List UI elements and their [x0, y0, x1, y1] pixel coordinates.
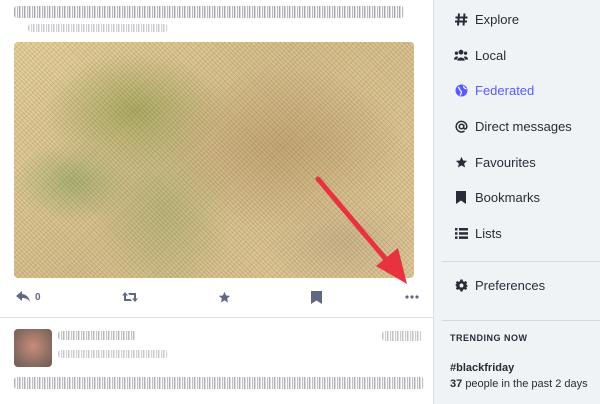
sidebar-divider	[442, 320, 600, 321]
nav-label: Direct messages	[475, 119, 572, 135]
nav-label: Favourites	[475, 154, 536, 170]
nav-item-direct-messages[interactable]: Direct messages	[442, 109, 600, 145]
nav-label: Bookmarks	[475, 190, 541, 206]
bookmark-icon	[311, 290, 322, 304]
timeline-feed: 0	[0, 0, 434, 404]
nav-label: Explore	[475, 12, 520, 28]
favourite-button[interactable]	[218, 285, 231, 309]
nav-menu: Explore Local Federated Direct messages …	[442, 2, 600, 251]
nav-item-local[interactable]: Local	[442, 38, 600, 74]
trending-people-count: 37	[450, 378, 463, 390]
sidebar-divider	[442, 261, 600, 262]
image-texture	[14, 42, 414, 278]
reply-icon	[16, 291, 30, 302]
users-icon	[454, 49, 468, 61]
nav-label: Lists	[475, 225, 502, 241]
nav-label: Federated	[475, 83, 535, 99]
trending-people-suffix: people in the past 2 days	[465, 378, 588, 390]
status-post[interactable]	[0, 319, 433, 404]
ellipsis-icon	[405, 295, 419, 299]
nav-preferences: Preferences	[442, 268, 600, 304]
gear-icon	[454, 279, 468, 292]
blurred-post-text	[14, 377, 424, 389]
avatar[interactable]	[14, 329, 52, 367]
reply-button[interactable]: 0	[16, 285, 41, 309]
trending-heading: TRENDING NOW	[450, 333, 528, 343]
bookmark-icon	[454, 191, 468, 205]
nav-item-bookmarks[interactable]: Bookmarks	[442, 180, 600, 216]
nav-item-preferences[interactable]: Preferences	[442, 268, 600, 304]
status-post[interactable]: 0	[0, 0, 433, 318]
star-icon	[218, 291, 231, 302]
blurred-timestamp	[382, 331, 422, 341]
post-image-map[interactable]	[14, 42, 414, 278]
globe-icon	[454, 84, 468, 97]
nav-label: Local	[475, 47, 507, 63]
trending-section: TRENDING NOW #blackfriday 37 people in t…	[450, 333, 600, 390]
blurred-username	[58, 350, 168, 358]
at-icon	[454, 120, 468, 133]
star-icon	[454, 156, 468, 169]
blurred-display-name	[58, 331, 136, 340]
bookmark-button[interactable]	[311, 285, 322, 309]
status-action-bar: 0	[0, 285, 433, 309]
nav-label: Preferences	[475, 278, 546, 294]
list-icon	[454, 227, 468, 239]
trending-hashtag-link[interactable]: #blackfriday	[450, 362, 600, 374]
nav-item-lists[interactable]: Lists	[442, 216, 600, 252]
blurred-post-text	[28, 24, 168, 32]
more-options-button[interactable]	[405, 285, 419, 309]
nav-item-federated[interactable]: Federated	[442, 73, 600, 109]
trending-stats: 37 people in the past 2 days	[450, 378, 600, 390]
boost-icon	[122, 292, 138, 302]
boost-button[interactable]	[122, 285, 138, 309]
nav-item-favourites[interactable]: Favourites	[442, 144, 600, 180]
blurred-post-text	[14, 6, 404, 18]
reply-count: 0	[35, 291, 41, 303]
hashtag-icon	[454, 13, 468, 26]
nav-item-explore[interactable]: Explore	[442, 2, 600, 38]
